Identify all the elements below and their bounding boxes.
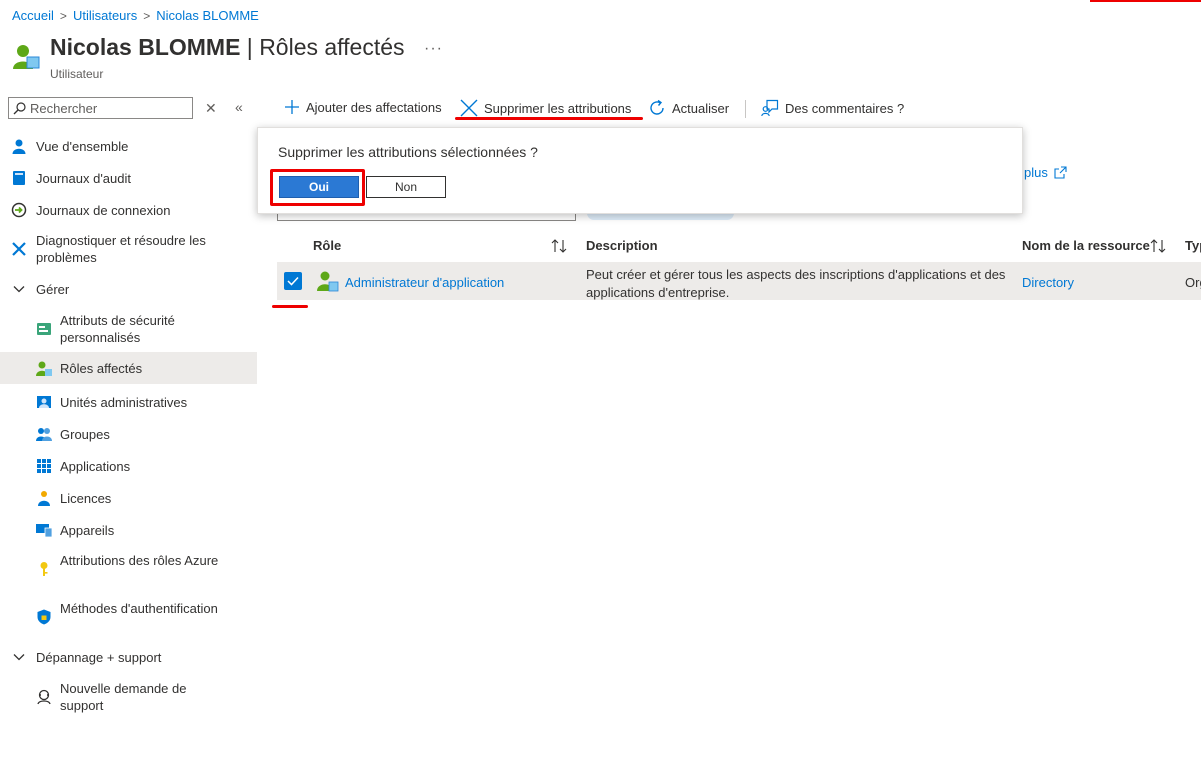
yes-button[interactable]: Oui	[279, 176, 359, 198]
user-roles-icon	[13, 45, 40, 69]
role-description: Peut créer et gérer tous les aspects des…	[586, 267, 1006, 300]
sidebar-item-licenses[interactable]: Licences	[0, 489, 257, 507]
row-checkbox[interactable]	[284, 272, 302, 290]
sidebar-item-audit-logs[interactable]: Journaux d'audit	[0, 169, 257, 187]
chevron-down-icon	[13, 286, 25, 293]
sidebar-item-azure-role-assignments[interactable]: Attributions des rôles Azure	[0, 552, 257, 586]
security-attributes-icon	[37, 323, 51, 335]
column-header-description[interactable]: Description	[586, 238, 658, 253]
key-icon	[40, 562, 48, 576]
admin-units-icon	[37, 396, 51, 408]
refresh-icon	[650, 99, 664, 115]
wrench-icon	[12, 242, 26, 256]
external-link-icon	[1054, 166, 1067, 179]
sidebar-item-auth-methods[interactable]: Méthodes d'authentification	[0, 600, 257, 634]
licenses-icon	[38, 491, 50, 506]
sidebar-section-troubleshooting[interactable]: Dépannage + support	[0, 648, 257, 666]
learn-more-link[interactable]: plus	[1024, 165, 1067, 180]
role-link[interactable]: Administrateur d'application	[345, 275, 504, 290]
breadcrumb-home[interactable]: Accueil	[12, 8, 54, 23]
close-icon[interactable]: ✕	[205, 100, 217, 117]
search-box[interactable]	[8, 97, 193, 119]
page-subtitle: Utilisateur	[50, 67, 104, 81]
top-accent-bar	[1090, 0, 1201, 2]
user-icon	[12, 139, 26, 154]
sidebar-item-admin-units[interactable]: Unités administratives	[0, 393, 257, 411]
chevron-right-icon: >	[143, 8, 151, 23]
toolbar-divider	[745, 100, 746, 118]
applications-icon	[37, 459, 51, 473]
type-cell: Org	[1185, 275, 1201, 290]
plus-icon	[285, 100, 299, 114]
column-header-role[interactable]: Rôle	[313, 238, 341, 253]
support-icon	[37, 689, 51, 705]
sidebar-item-diagnose[interactable]: Diagnostiquer et résoudre les problèmes	[0, 232, 257, 266]
sort-icon[interactable]	[1150, 239, 1166, 253]
shield-icon	[37, 609, 51, 625]
remove-assignments-button[interactable]: Supprimer les attributions	[460, 99, 631, 117]
collapse-sidebar-icon[interactable]: «	[235, 99, 243, 115]
add-assignments-button[interactable]: Ajouter des affectations	[284, 99, 442, 115]
feedback-icon	[761, 99, 779, 117]
audit-log-icon	[13, 171, 25, 185]
sidebar-item-applications[interactable]: Applications	[0, 457, 257, 475]
sidebar-section-manage[interactable]: Gérer	[0, 280, 257, 298]
sidebar-item-sign-in-logs[interactable]: Journaux de connexion	[0, 201, 257, 219]
sidebar-item-groups[interactable]: Groupes	[0, 425, 257, 443]
sidebar-item-overview[interactable]: Vue d'ensemble	[0, 137, 257, 155]
checkmark-icon	[287, 276, 299, 286]
search-icon	[13, 101, 26, 114]
sidebar-item-new-support-request[interactable]: Nouvelle demande de support	[0, 680, 257, 714]
page-title: Nicolas BLOMME | Rôles affectés	[50, 34, 405, 60]
breadcrumb-user[interactable]: Nicolas BLOMME	[156, 8, 259, 23]
groups-icon	[36, 428, 52, 441]
confirm-dialog: Supprimer les attributions sélectionnées…	[257, 127, 1023, 214]
search-input[interactable]	[26, 100, 190, 116]
column-header-type[interactable]: Typ	[1185, 238, 1201, 253]
highlight-underline	[455, 117, 643, 120]
role-icon	[317, 271, 339, 292]
feedback-button[interactable]: Des commentaires ?	[761, 99, 904, 117]
chevron-down-icon	[13, 654, 25, 661]
sort-icon[interactable]	[551, 239, 567, 253]
resource-link[interactable]: Directory	[1022, 275, 1074, 290]
chevron-right-icon: >	[59, 8, 67, 23]
confirm-question: Supprimer les attributions sélectionnées…	[278, 144, 538, 160]
breadcrumb-users[interactable]: Utilisateurs	[73, 8, 137, 23]
refresh-button[interactable]: Actualiser	[648, 99, 729, 117]
close-icon	[460, 99, 478, 117]
more-options-button[interactable]: ···	[424, 40, 443, 58]
sidebar-item-security-attributes[interactable]: Attributs de sécurité personnalisés	[0, 312, 257, 346]
sidebar-item-assigned-roles[interactable]: Rôles affectés	[0, 352, 257, 384]
sidebar-item-devices[interactable]: Appareils	[0, 521, 257, 539]
no-button[interactable]: Non	[366, 176, 446, 198]
column-header-resource[interactable]: Nom de la ressource	[1022, 238, 1150, 253]
sign-in-log-icon	[11, 202, 27, 218]
highlight-underline	[272, 305, 308, 308]
assigned-roles-icon	[36, 361, 52, 376]
devices-icon	[36, 524, 52, 538]
breadcrumb: Accueil > Utilisateurs > Nicolas BLOMME	[12, 8, 259, 23]
